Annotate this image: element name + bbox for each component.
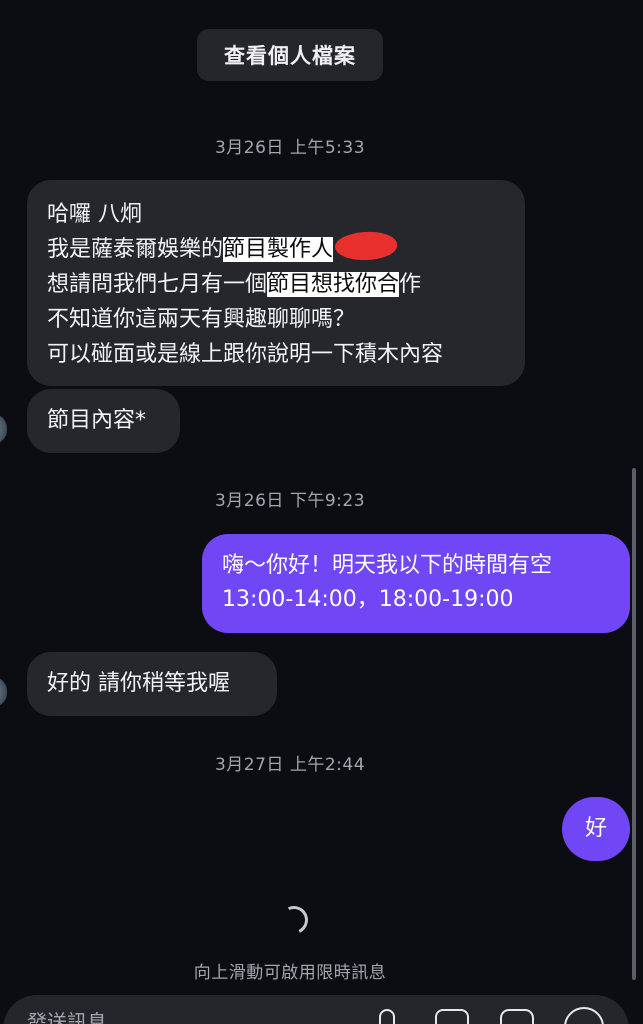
message-text: 好: [584, 816, 607, 841]
incoming-message[interactable]: 好的 請你稍等我喔: [27, 652, 277, 716]
message-line: 13:00-14:00，18:00-19:00: [222, 587, 514, 612]
message-line: 我是薩泰爾娛樂的節目製作人: [47, 229, 505, 267]
view-profile-button[interactable]: 查看個人檔案: [197, 29, 383, 81]
message-input[interactable]: [27, 1007, 347, 1024]
message-text: 想請問我們七月有一個: [47, 272, 268, 297]
timestamp: 3月26日 下午9:23: [214, 491, 366, 511]
vanish-mode-hint: 向上滑動可啟用限時訊息: [193, 963, 387, 983]
message-text: 節目內容*: [47, 408, 147, 433]
timestamp: 3月27日 上午2:44: [214, 755, 366, 775]
sticker-icon[interactable]: [500, 1009, 534, 1024]
message-text: 我是薩泰爾娛樂的: [47, 237, 224, 262]
incoming-message[interactable]: 節目內容*: [27, 389, 180, 453]
loading-spinner-icon: [276, 902, 312, 938]
scrollbar[interactable]: [632, 468, 636, 980]
outgoing-message[interactable]: 嗨～你好！明天我以下的時間有空 13:00-14:00，18:00-19:00: [202, 534, 630, 633]
message-line: 哈囉 八炯: [47, 202, 142, 227]
highlighted-text: 節目想找你合: [267, 272, 400, 297]
incoming-message[interactable]: 哈囉 八炯 我是薩泰爾娛樂的節目製作人 想請問我們七月有一個節目想找你合作 不知…: [27, 180, 525, 386]
message-line: 可以碰面或是線上跟你說明一下積木內容: [47, 342, 444, 367]
chat-screen: 查看個人檔案 3月26日 上午5:33 哈囉 八炯 我是薩泰爾娛樂的節目製作人 …: [0, 0, 643, 1024]
sender-avatar[interactable]: [0, 677, 7, 707]
redaction-scribble: [334, 229, 398, 263]
mic-icon[interactable]: [379, 1009, 395, 1024]
message-composer: [3, 995, 629, 1024]
message-line: 嗨～你好！明天我以下的時間有空: [222, 553, 553, 578]
message-text: 好的 請你稍等我喔: [47, 671, 230, 696]
sender-avatar[interactable]: [0, 414, 7, 444]
message-text: 作: [399, 272, 422, 297]
highlighted-text: 節目製作人: [223, 237, 334, 262]
plus-icon[interactable]: [564, 1007, 604, 1024]
message-line: 想請問我們七月有一個節目想找你合作: [47, 267, 505, 302]
message-line: 不知道你這兩天有興趣聊聊嗎？: [47, 307, 356, 332]
image-icon[interactable]: [435, 1009, 469, 1024]
timestamp: 3月26日 上午5:33: [214, 138, 366, 158]
outgoing-message[interactable]: 好: [562, 797, 630, 861]
